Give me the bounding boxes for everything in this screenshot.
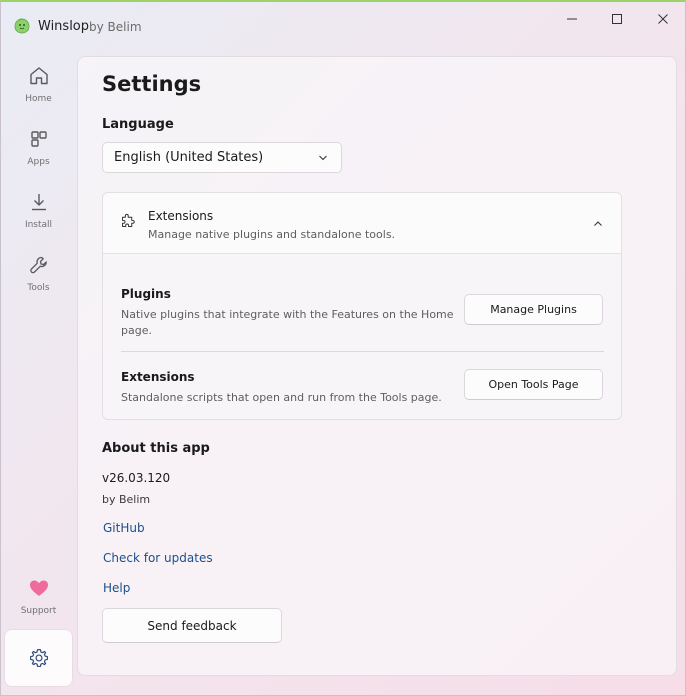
version-text: v26.03.120 xyxy=(102,471,171,485)
wrench-icon xyxy=(29,256,47,274)
extensions-card-title: Extensions xyxy=(148,209,214,223)
app-logo-icon xyxy=(14,18,30,34)
open-tools-page-button[interactable]: Open Tools Page xyxy=(464,369,603,400)
extensions-card-header[interactable]: Extensions Manage native plugins and sta… xyxy=(103,193,621,254)
maximize-icon xyxy=(612,14,622,24)
chevron-up-icon[interactable] xyxy=(593,219,603,229)
app-window: Winslop by Belim Home Apps Install Tools… xyxy=(0,0,686,696)
language-label: Language xyxy=(102,117,174,132)
plugins-description: Native plugins that integrate with the F… xyxy=(121,308,454,337)
close-button[interactable] xyxy=(640,4,685,34)
nav-label-support: Support xyxy=(20,606,57,616)
app-subtitle: by Belim xyxy=(89,20,142,34)
minimize-button[interactable] xyxy=(549,4,595,34)
nav-label-home: Home xyxy=(25,94,52,104)
nav-label-apps: Apps xyxy=(27,157,50,167)
nav-item-support[interactable]: Support xyxy=(5,570,72,628)
extensions-card-description: Manage native plugins and standalone too… xyxy=(148,228,396,241)
extensions-row-description: Standalone scripts that open and run fro… xyxy=(121,391,442,404)
plugins-title: Plugins xyxy=(121,287,171,301)
puzzle-icon xyxy=(122,213,135,227)
help-link[interactable]: Help xyxy=(103,581,130,595)
app-title: Winslop xyxy=(38,19,90,34)
language-select[interactable]: English (United States) xyxy=(102,142,342,173)
github-link[interactable]: GitHub xyxy=(103,521,145,535)
nav-label-tools: Tools xyxy=(27,283,50,293)
check-updates-link[interactable]: Check for updates xyxy=(103,551,213,565)
extensions-row-title: Extensions xyxy=(121,370,195,384)
nav-item-tools[interactable]: Tools xyxy=(5,247,72,305)
manage-plugins-button[interactable]: Manage Plugins xyxy=(464,294,603,325)
nav-label-install: Install xyxy=(24,220,53,230)
extensions-card: Extensions Manage native plugins and sta… xyxy=(102,192,622,420)
divider xyxy=(121,351,604,352)
nav-item-settings[interactable] xyxy=(5,630,72,686)
heart-icon xyxy=(29,580,48,596)
nav-item-home[interactable]: Home xyxy=(5,58,72,116)
minimize-icon xyxy=(567,18,577,20)
gear-icon xyxy=(29,648,48,668)
settings-panel: Settings Language English (United States… xyxy=(77,56,677,676)
apps-icon xyxy=(30,131,47,147)
chevron-down-icon xyxy=(319,155,327,161)
about-label: About this app xyxy=(102,441,210,456)
send-feedback-button[interactable]: Send feedback xyxy=(102,608,282,643)
title-bar[interactable]: Winslop by Belim xyxy=(1,2,685,52)
page-title: Settings xyxy=(102,72,202,96)
close-icon xyxy=(658,14,668,24)
language-select-value: English (United States) xyxy=(114,150,264,165)
author-text: by Belim xyxy=(102,493,151,506)
maximize-button[interactable] xyxy=(594,4,640,34)
nav-item-install[interactable]: Install xyxy=(5,184,72,242)
download-icon xyxy=(31,194,46,211)
home-icon xyxy=(29,67,48,85)
nav-item-apps[interactable]: Apps xyxy=(5,121,72,179)
